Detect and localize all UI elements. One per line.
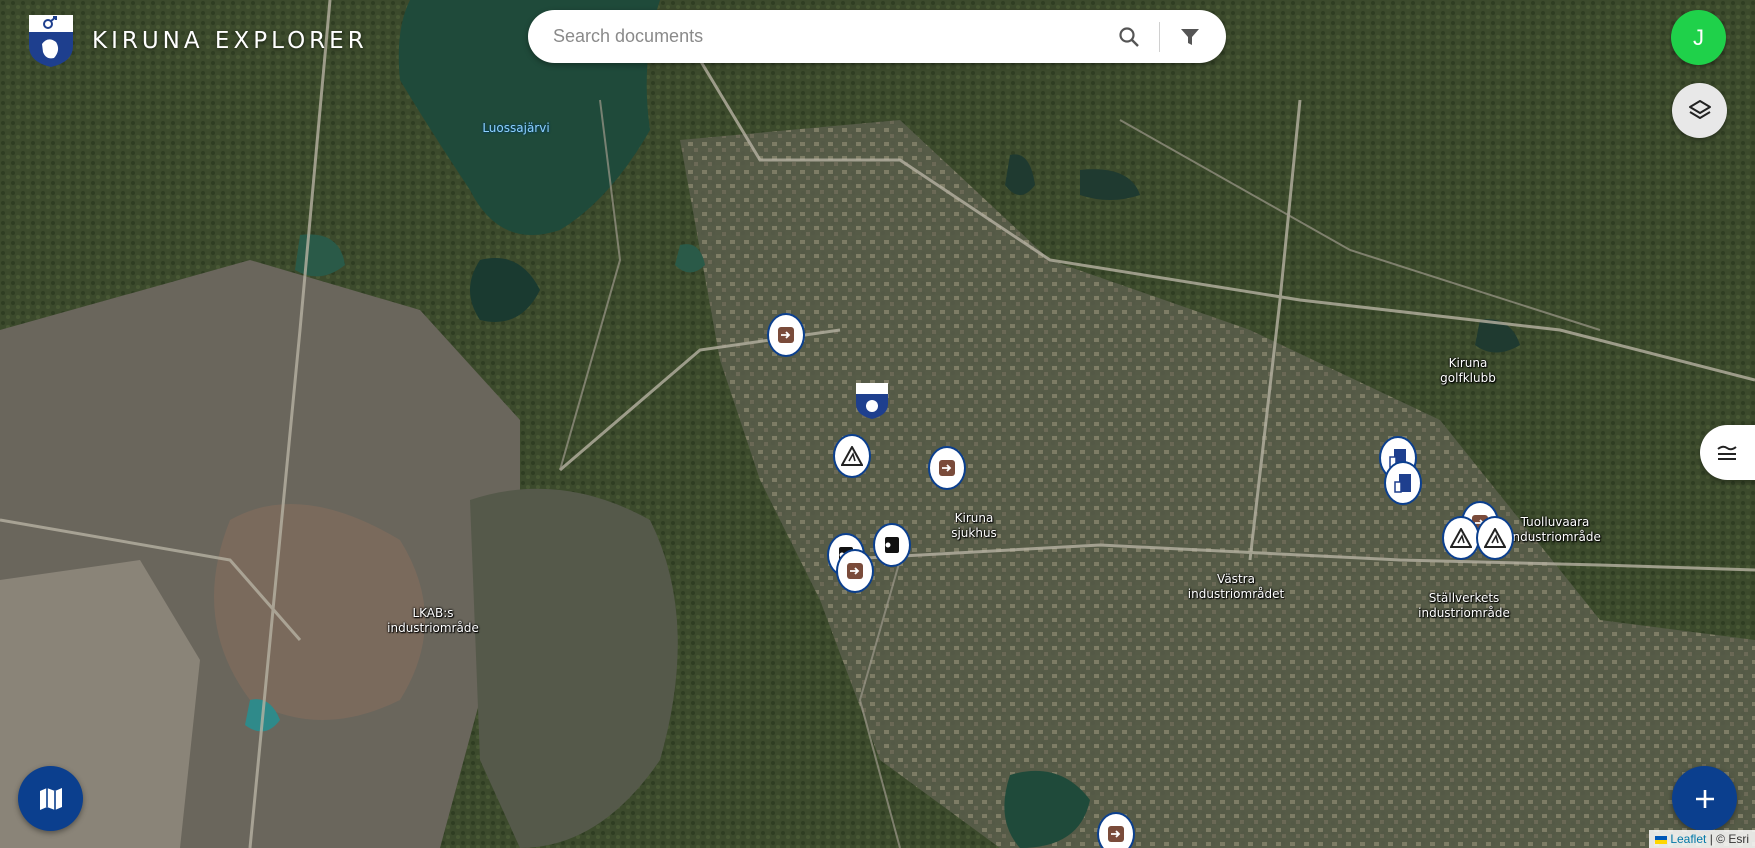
map-label-tuolluvaara: Tuolluvaara industriområde: [1509, 515, 1601, 544]
document-marker-construction[interactable]: [833, 434, 871, 478]
map-label-kiruna-sjukhus: Kiruna sjukhus: [951, 511, 997, 540]
app-header: KIRUNA EXPLORER: [28, 14, 368, 68]
search-icon: [1119, 26, 1139, 47]
lines-icon: [1717, 445, 1737, 460]
attribution-separator: | ©: [1706, 832, 1729, 846]
document-marker-door[interactable]: [928, 446, 966, 490]
legend-panel-toggle[interactable]: [1700, 425, 1755, 480]
search-divider: [1159, 21, 1160, 52]
leaflet-link[interactable]: Leaflet: [1670, 832, 1706, 846]
esri-attribution: Esri: [1728, 832, 1749, 846]
satellite-map[interactable]: Luossajärvi LKAB:s industriområde Kiruna…: [0, 0, 1755, 848]
map-icon: [39, 787, 62, 810]
construction-icon: [1450, 528, 1472, 548]
add-document-button[interactable]: [1672, 766, 1737, 831]
kiruna-coat-of-arms-icon[interactable]: [28, 14, 74, 68]
building-icon: [1394, 474, 1411, 493]
document-marker-door[interactable]: [767, 313, 805, 357]
door-icon: [1108, 826, 1124, 842]
search-input[interactable]: [551, 25, 1107, 48]
ukraine-flag-icon: [1655, 835, 1668, 844]
user-avatar[interactable]: J: [1671, 10, 1726, 65]
construction-icon: [841, 446, 863, 466]
door-icon: [847, 563, 863, 579]
map-label-vastra: Västra industriområdet: [1187, 572, 1285, 601]
search-button[interactable]: [1107, 15, 1151, 59]
map-label-lkab: LKAB:s industriområde: [387, 606, 479, 635]
document-icon: [885, 537, 899, 553]
map-label-stallverkets: Ställverkets industriområde: [1418, 591, 1510, 620]
document-marker-door[interactable]: [836, 549, 874, 593]
kiruna-coat-of-arms-icon: [856, 383, 888, 419]
document-marker-construction[interactable]: [1442, 516, 1480, 560]
map-background: [0, 0, 1755, 848]
layers-button[interactable]: [1672, 83, 1727, 138]
document-marker-building[interactable]: [1384, 461, 1422, 505]
door-icon: [778, 327, 794, 343]
plus-icon: [1695, 789, 1714, 808]
filter-button[interactable]: [1168, 15, 1212, 59]
search-bar: [528, 10, 1226, 63]
app-title: KIRUNA EXPLORER: [92, 28, 368, 54]
door-icon: [939, 460, 955, 476]
filter-icon: [1181, 28, 1199, 45]
layers-icon: [1688, 99, 1711, 119]
map-view-button[interactable]: [18, 766, 83, 831]
map-label-golfklubb: Kiruna golfklubb: [1440, 356, 1496, 385]
map-attribution: Leaflet | © Esri: [1649, 830, 1755, 848]
document-marker-construction[interactable]: [1476, 516, 1514, 560]
construction-icon: [1484, 528, 1506, 548]
document-marker-dark[interactable]: [873, 523, 911, 567]
municipality-marker[interactable]: [855, 382, 889, 420]
document-marker-door[interactable]: [1097, 812, 1135, 848]
map-label-luossajarvi: Luossajärvi: [482, 121, 550, 135]
